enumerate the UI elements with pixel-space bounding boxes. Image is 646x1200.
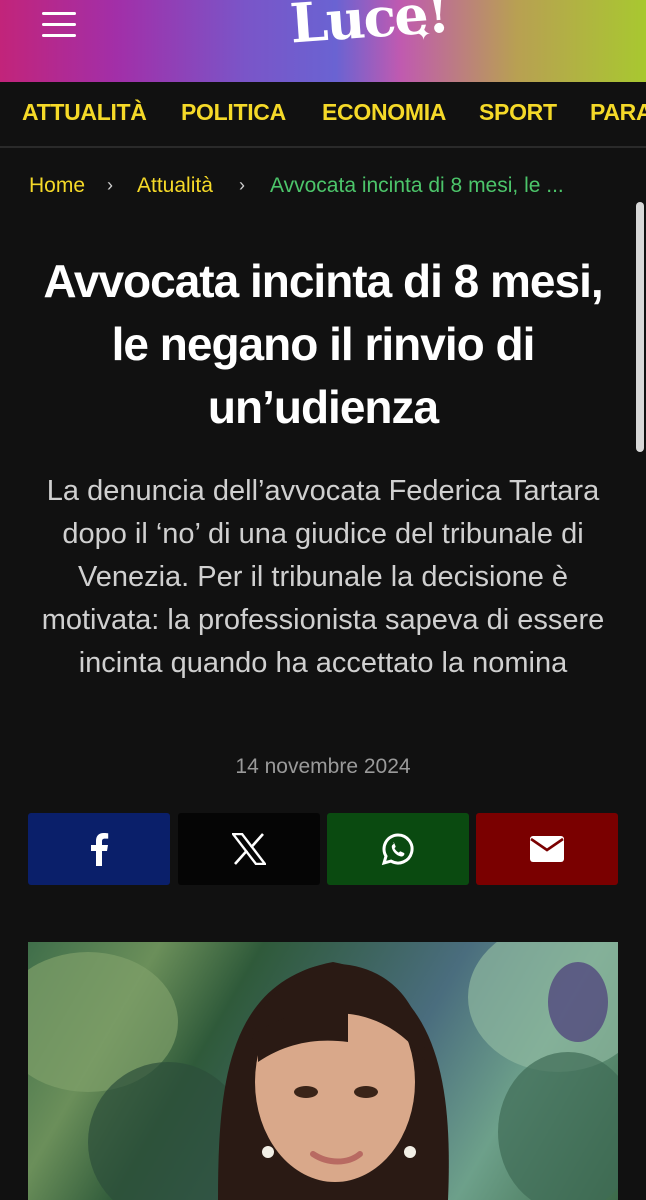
hamburger-menu-icon[interactable] [42,12,78,40]
share-facebook-button[interactable] [28,813,170,885]
whatsapp-icon [381,833,414,866]
share-whatsapp-button[interactable] [327,813,469,885]
header-banner: Luce! ✦ [0,0,646,82]
sparkle-icon: ✦ [416,24,432,44]
nav-item-attualita[interactable]: ATTUALITÀ [22,99,147,126]
x-icon [232,833,266,865]
article-photo [28,942,618,1200]
category-nav: ATTUALITÀ POLITICA ECONOMIA SPORT PARA [0,82,646,148]
nav-item-para[interactable]: PARA [590,99,646,126]
article-subtitle: La denuncia dell’avvocata Federica Tarta… [41,475,605,679]
chevron-right-icon: › [239,175,245,195]
breadcrumb-home[interactable]: Home [29,174,85,198]
nav-item-economia[interactable]: ECONOMIA [322,99,446,126]
portrait-image [218,962,449,1200]
facebook-icon [91,833,109,866]
email-icon [530,836,564,862]
breadcrumb-current: Avvocata incinta di 8 mesi, le ... [270,174,564,197]
nav-item-politica[interactable]: POLITICA [181,99,286,126]
breadcrumb: Home › Attualità › Avvocata incinta di 8… [29,174,629,204]
share-email-button[interactable] [476,813,618,885]
share-x-button[interactable] [178,813,320,885]
article-title: Avvocata incinta di 8 mesi, le negano il… [43,255,603,433]
breadcrumb-section[interactable]: Attualità [137,174,213,198]
nav-item-sport[interactable]: SPORT [479,99,557,126]
chevron-right-icon: › [107,175,113,195]
article-date: 14 novembre 2024 [235,755,411,778]
scrollbar[interactable] [636,202,644,452]
